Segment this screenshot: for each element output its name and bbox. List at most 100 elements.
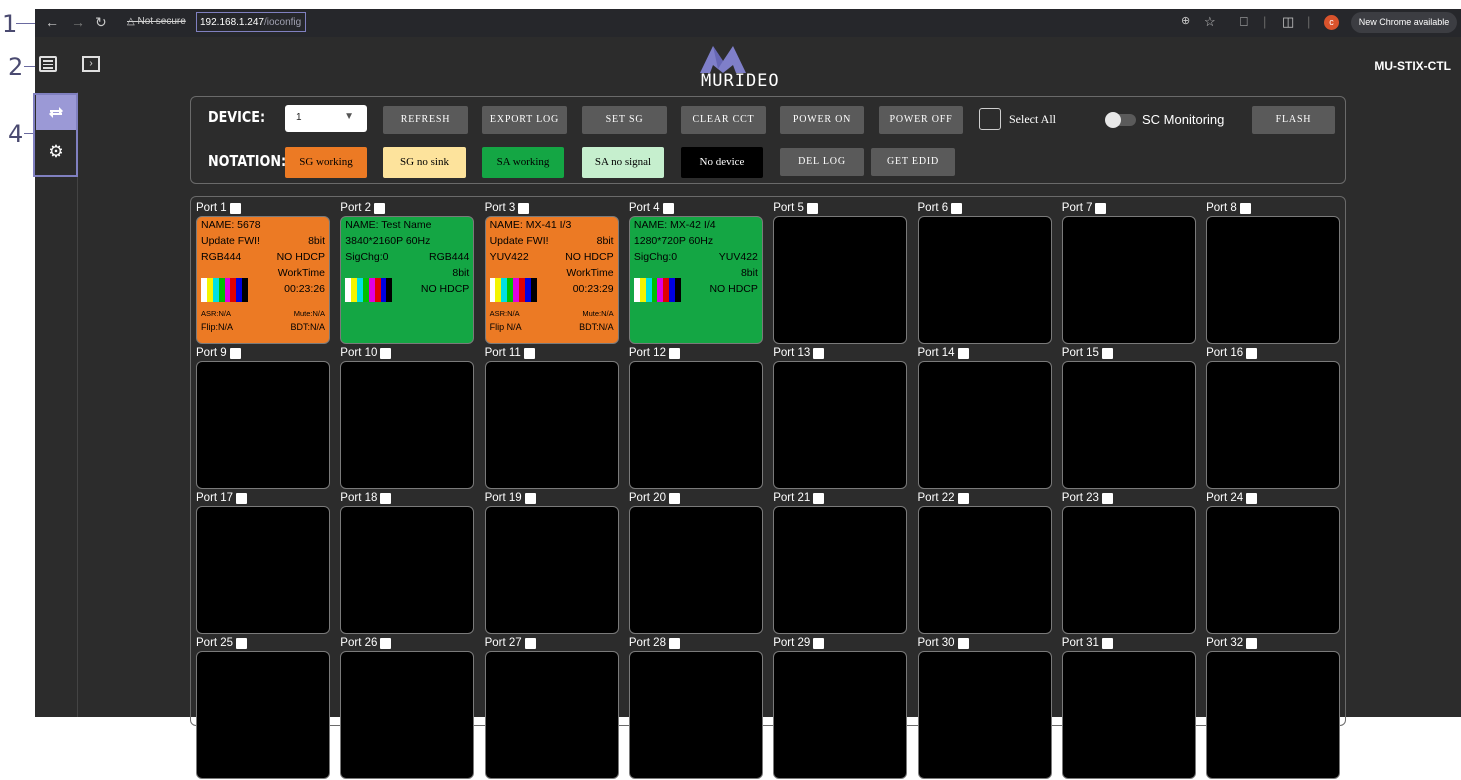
port-cell[interactable]: Port 3 NAME: MX-41 I/3 Update FWI! 8bit YUV4… — [484, 201, 620, 345]
extensions-icon[interactable]: ⎕ — [1240, 14, 1248, 30]
port-status-box[interactable]: NAME: 5678 Update FWI! 8bit RGB444 NO HDCP Wo… — [196, 216, 330, 344]
side-panel-icon[interactable]: ◫ — [1282, 14, 1294, 30]
port-checkbox[interactable] — [813, 492, 825, 504]
port-status-box[interactable] — [1206, 216, 1341, 344]
port-cell[interactable]: Port 19 — [484, 491, 620, 635]
port-status-box[interactable] — [1061, 651, 1196, 779]
device-select[interactable]: 1 ▼ — [285, 105, 367, 132]
port-status-box[interactable] — [484, 506, 619, 634]
port-status-box[interactable] — [1206, 506, 1341, 634]
port-status-box[interactable] — [484, 361, 619, 489]
port-status-box[interactable] — [917, 216, 1052, 344]
power-off-button[interactable]: POWER OFF — [879, 106, 963, 134]
port-cell[interactable]: Port 9 — [195, 346, 331, 490]
port-checkbox[interactable] — [957, 347, 969, 359]
port-checkbox[interactable] — [806, 202, 818, 214]
port-status-box[interactable] — [917, 651, 1052, 779]
select-all-checkbox[interactable] — [979, 108, 1001, 130]
port-checkbox[interactable] — [668, 347, 680, 359]
port-checkbox[interactable] — [380, 492, 392, 504]
port-cell[interactable]: Port 1 NAME: 5678 Update FWI! 8bit RGB444 NO … — [195, 201, 331, 345]
port-cell[interactable]: Port 31 — [1061, 636, 1197, 780]
port-cell[interactable]: Port 28 — [628, 636, 764, 780]
port-checkbox[interactable] — [1239, 202, 1251, 214]
port-checkbox[interactable] — [1101, 347, 1113, 359]
export-log-button[interactable]: EXPORT LOG — [482, 106, 567, 134]
port-cell[interactable]: Port 7 — [1061, 201, 1197, 345]
port-cell[interactable]: Port 23 — [1061, 491, 1197, 635]
port-status-box[interactable] — [917, 506, 1052, 634]
port-checkbox[interactable] — [380, 347, 392, 359]
port-cell[interactable]: Port 16 — [1205, 346, 1341, 490]
port-cell[interactable]: Port 18 — [339, 491, 475, 635]
port-status-box[interactable] — [628, 506, 763, 634]
port-status-box[interactable] — [340, 506, 475, 634]
port-checkbox[interactable] — [957, 637, 969, 649]
port-checkbox[interactable] — [236, 492, 248, 504]
port-cell[interactable]: Port 2 NAME: Test Name 3840*2160P 60Hz SigC… — [339, 201, 475, 345]
port-checkbox[interactable] — [524, 492, 536, 504]
port-cell[interactable]: Port 13 — [772, 346, 908, 490]
port-cell[interactable]: Port 15 — [1061, 346, 1197, 490]
arrow-left-icon[interactable]: ← — [45, 14, 59, 30]
set-sg-button[interactable]: SET SG — [582, 106, 667, 134]
port-checkbox[interactable] — [957, 492, 969, 504]
port-status-box[interactable]: NAME: MX-41 I/3 Update FWI! 8bit YUV422 NO H… — [484, 216, 619, 344]
port-checkbox[interactable] — [1101, 637, 1113, 649]
menu-toggle-icon[interactable] — [39, 56, 57, 72]
clear-cct-button[interactable]: CLEAR CCT — [681, 106, 766, 134]
avatar[interactable]: c — [1324, 15, 1339, 30]
port-checkbox[interactable] — [373, 202, 385, 214]
refresh-button[interactable]: REFRESH — [383, 106, 468, 134]
port-checkbox[interactable] — [1095, 202, 1107, 214]
port-status-box[interactable] — [773, 506, 908, 634]
port-status-box[interactable] — [628, 361, 763, 489]
port-checkbox[interactable] — [1101, 492, 1113, 504]
sc-monitoring-toggle[interactable] — [1105, 112, 1136, 128]
port-checkbox[interactable] — [229, 347, 241, 359]
expand-panel-icon[interactable]: › — [82, 56, 100, 72]
port-checkbox[interactable] — [813, 637, 825, 649]
port-status-box[interactable]: NAME: Test Name 3840*2160P 60Hz SigChg:0 RG… — [340, 216, 475, 344]
chrome-update-button[interactable]: New Chrome available — [1351, 12, 1457, 33]
security-warning[interactable]: △ Not secure — [127, 16, 186, 27]
port-status-box[interactable] — [628, 651, 763, 779]
port-checkbox[interactable] — [1246, 492, 1258, 504]
port-status-box[interactable] — [484, 651, 619, 779]
port-status-box[interactable]: NAME: MX-42 I/4 1280*720P 60Hz SigChg:0 YUV… — [628, 216, 763, 344]
port-status-box[interactable] — [1061, 216, 1196, 344]
port-cell[interactable]: Port 24 — [1205, 491, 1341, 635]
port-checkbox[interactable] — [1246, 347, 1258, 359]
port-status-box[interactable] — [773, 651, 908, 779]
port-cell[interactable]: Port 26 — [339, 636, 475, 780]
port-cell[interactable]: Port 14 — [917, 346, 1053, 490]
power-on-button[interactable]: POWER ON — [780, 106, 864, 134]
port-status-box[interactable] — [196, 361, 330, 489]
port-cell[interactable]: Port 30 — [917, 636, 1053, 780]
flash-button[interactable]: FLASH — [1252, 106, 1335, 134]
port-checkbox[interactable] — [229, 202, 241, 214]
port-checkbox[interactable] — [662, 202, 674, 214]
port-checkbox[interactable] — [951, 202, 963, 214]
port-cell[interactable]: Port 25 — [195, 636, 331, 780]
port-cell[interactable]: Port 22 — [917, 491, 1053, 635]
reload-icon[interactable]: ↻ — [95, 14, 107, 31]
port-cell[interactable]: Port 11 — [484, 346, 620, 490]
address-bar[interactable]: 192.168.1.247/ioconfig — [196, 12, 306, 32]
bookmark-star-icon[interactable]: ☆ — [1204, 14, 1216, 30]
port-checkbox[interactable] — [524, 637, 536, 649]
port-status-box[interactable] — [340, 651, 475, 779]
port-checkbox[interactable] — [668, 637, 680, 649]
port-checkbox[interactable] — [813, 347, 825, 359]
port-status-box[interactable] — [917, 361, 1052, 489]
port-status-box[interactable] — [196, 651, 330, 779]
port-status-box[interactable] — [1206, 651, 1341, 779]
port-cell[interactable]: Port 29 — [772, 636, 908, 780]
del-log-button[interactable]: DEL LOG — [780, 148, 864, 176]
port-checkbox[interactable] — [380, 637, 392, 649]
port-cell[interactable]: Port 20 — [628, 491, 764, 635]
port-cell[interactable]: Port 8 — [1205, 201, 1341, 345]
port-status-box[interactable] — [773, 216, 908, 344]
port-cell[interactable]: Port 17 — [195, 491, 331, 635]
port-checkbox[interactable] — [668, 492, 680, 504]
